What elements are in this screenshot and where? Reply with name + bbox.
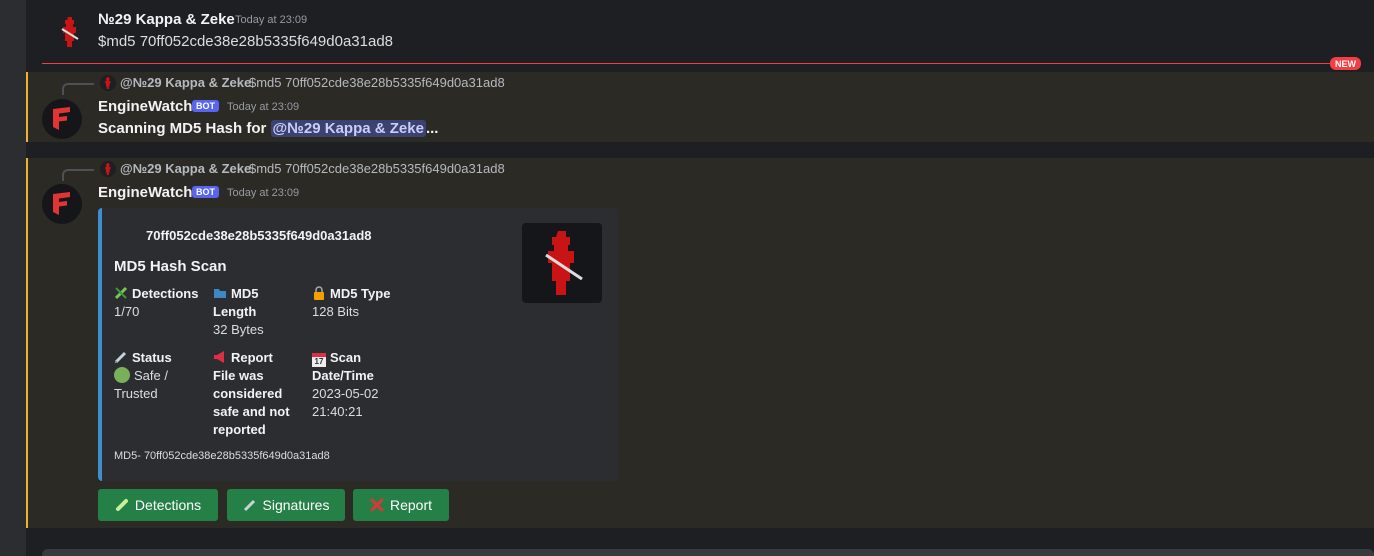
message-author[interactable]: EngineWatch: [98, 184, 192, 201]
green-circle-icon: [114, 367, 130, 383]
red-soldier-avatar-icon: [105, 77, 111, 89]
reply-author[interactable]: @№29 Kappa & Zeke: [120, 75, 251, 90]
button-label: Detections: [134, 497, 202, 513]
message-user-command: №29 Kappa & Zeke Today at 23:09 $md5 70f…: [26, 0, 1374, 60]
report-button[interactable]: Report: [353, 489, 449, 521]
button-label: Signatures: [262, 497, 330, 513]
bot-avatar[interactable]: [42, 184, 82, 224]
enginewatch-logo-icon: [53, 107, 70, 130]
reply-avatar: [100, 75, 116, 91]
reply-reference[interactable]: @№29 Kappa & Zeke $md5 70ff052cde38e28b5…: [62, 75, 662, 95]
message-input-edge[interactable]: [42, 549, 1374, 556]
red-soldier-avatar-icon: [105, 163, 111, 175]
message-author[interactable]: EngineWatch: [98, 98, 192, 115]
enginewatch-logo-icon: [53, 192, 70, 215]
new-messages-badge: NEW: [1330, 57, 1361, 70]
field-label: Status: [132, 350, 172, 365]
signatures-button[interactable]: Signatures: [227, 489, 345, 521]
user-avatar[interactable]: [50, 12, 90, 52]
user-mention[interactable]: @№29 Kappa & Zeke: [270, 120, 426, 137]
bot-avatar[interactable]: [42, 99, 82, 139]
field-value: 32 Bytes: [213, 322, 264, 337]
reply-content: $md5 70ff052cde38e28b5335f649d0a31ad8: [249, 161, 505, 176]
syringe-icon: [114, 350, 128, 364]
message-timestamp: Today at 23:09: [227, 187, 300, 199]
field-md5-length: MD5 Length 32 Bytes: [213, 285, 293, 339]
dna-icon: [114, 286, 128, 300]
message-bot-result: @№29 Kappa & Zeke $md5 70ff052cde38e28b5…: [26, 158, 1374, 528]
bot-badge: BOT: [192, 100, 219, 112]
field-value: 1/70: [114, 304, 140, 319]
reply-spine: [62, 169, 94, 181]
lock-icon: [312, 286, 326, 300]
message-bot-scanning: @№29 Kappa & Zeke $md5 70ff052cde38e28b5…: [26, 72, 1374, 142]
embed-title: MD5 Hash Scan: [114, 258, 227, 275]
new-messages-divider: [42, 63, 1358, 64]
field-value: 2023-05-02 21:40:21: [312, 386, 379, 419]
syringe-icon: [243, 498, 257, 512]
content-suffix: ...: [425, 120, 439, 137]
field-label: Detections: [132, 286, 199, 301]
reply-spine: [62, 83, 94, 95]
megaphone-icon: [213, 350, 227, 364]
field-value: File was considered safe and not reporte…: [213, 368, 290, 437]
red-soldier-thumbnail-icon: [545, 231, 583, 295]
message-content: Scanning MD5 Hash for @№29 Kappa & Zeke.…: [98, 120, 438, 137]
bot-badge: BOT: [192, 186, 219, 198]
field-md5-type: MD5 Type 128 Bits: [312, 285, 407, 321]
field-label: MD5 Type: [330, 286, 391, 301]
scan-result-embed: 70ff052cde38e28b5335f649d0a31ad8 MD5 Has…: [98, 208, 618, 481]
content-prefix: Scanning MD5 Hash for: [98, 120, 271, 137]
message-timestamp: Today at 23:09: [227, 101, 300, 113]
embed-thumbnail[interactable]: [522, 223, 602, 303]
reply-reference[interactable]: @№29 Kappa & Zeke $md5 70ff052cde38e28b5…: [62, 161, 662, 181]
message-content: $md5 70ff052cde38e28b5335f649d0a31ad8: [98, 33, 394, 50]
red-x-icon: [370, 498, 384, 512]
detections-button[interactable]: Detections: [98, 489, 218, 521]
field-scan-datetime: 17 Scan Date/Time 2023-05-02 21:40:21: [312, 349, 402, 421]
folder-icon: [213, 286, 227, 300]
reply-content: $md5 70ff052cde38e28b5335f649d0a31ad8: [249, 75, 505, 90]
test-tube-icon: [115, 498, 129, 512]
chat-messages: №29 Kappa & Zeke Today at 23:09 $md5 70f…: [26, 0, 1374, 556]
field-label: Report: [231, 350, 273, 365]
red-soldier-avatar-icon: [61, 17, 79, 47]
field-report: Report File was considered safe and not …: [213, 349, 298, 439]
embed-author: 70ff052cde38e28b5335f649d0a31ad8: [146, 228, 372, 243]
server-sidebar-edge: [0, 0, 26, 556]
field-value: 128 Bits: [312, 304, 359, 319]
message-timestamp: Today at 23:09: [235, 14, 308, 26]
reply-avatar: [100, 161, 116, 177]
field-status: Status Safe / Trusted: [114, 349, 189, 403]
message-author[interactable]: №29 Kappa & Zeke: [98, 11, 235, 28]
calendar-icon: 17: [312, 353, 326, 367]
embed-footer: MD5- 70ff052cde38e28b5335f649d0a31ad8: [114, 450, 330, 462]
field-detections: Detections 1/70: [114, 285, 209, 321]
reply-author[interactable]: @№29 Kappa & Zeke: [120, 161, 251, 176]
button-label: Report: [389, 497, 433, 513]
